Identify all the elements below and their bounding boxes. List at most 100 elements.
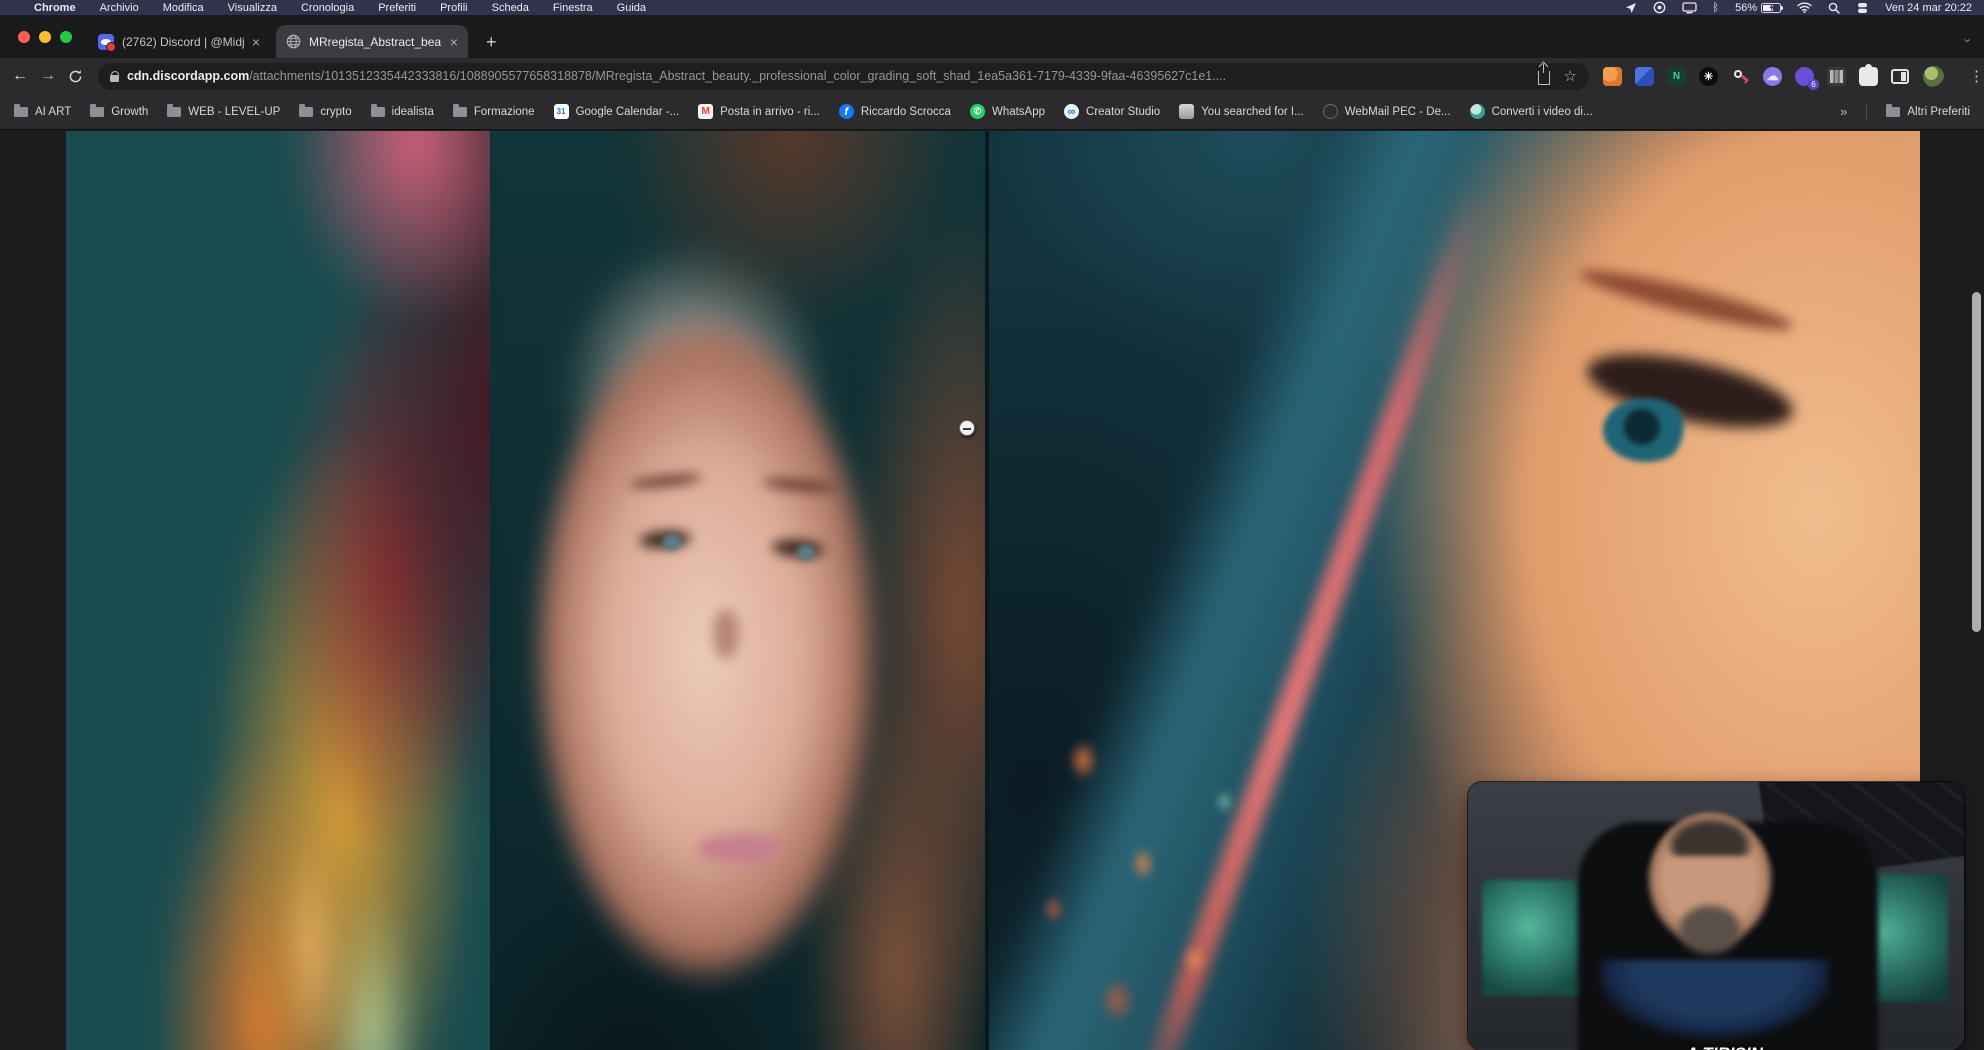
gmail-icon: M — [698, 104, 713, 119]
menu-item-chrome[interactable]: Chrome — [34, 2, 76, 14]
menu-item-guida[interactable]: Guida — [617, 2, 646, 14]
extension-icon-purple-badge[interactable]: 6 — [1795, 67, 1814, 86]
lock-icon[interactable] — [110, 75, 119, 82]
url-text: cdn.discordapp.com/attachments/101351233… — [127, 69, 1530, 83]
bookmark-folder-crypto[interactable]: crypto — [299, 106, 351, 118]
side-panel-icon[interactable] — [1891, 67, 1910, 86]
menu-item-visualizza[interactable]: Visualizza — [228, 2, 277, 14]
extension-badge-count: 6 — [1808, 79, 1819, 90]
extensions-puzzle-icon[interactable] — [1859, 67, 1878, 86]
folder-icon — [14, 107, 28, 117]
macos-menu-bar: Chrome Archivio Modifica Visualizza Cron… — [0, 0, 1984, 15]
menu-item-modifica[interactable]: Modifica — [163, 2, 204, 14]
tab-title: MRregista_Abstract_beauty._ — [309, 35, 442, 49]
bookmark-google-calendar[interactable]: 31Google Calendar -... — [554, 104, 680, 119]
bookmark-you-searched[interactable]: You searched for I... — [1179, 104, 1304, 119]
minimize-window-button[interactable] — [39, 31, 51, 43]
extension-icon-key[interactable] — [1731, 67, 1750, 86]
display-mirroring-icon[interactable] — [1682, 2, 1697, 14]
menu-item-cronologia[interactable]: Cronologia — [301, 2, 354, 14]
menu-item-profili[interactable]: Profili — [440, 2, 468, 14]
whatsapp-icon: ✆ — [970, 104, 985, 119]
menu-item-scheda[interactable]: Scheda — [492, 2, 529, 14]
bookmark-whatsapp[interactable]: ✆WhatsApp — [970, 104, 1045, 119]
vertical-scrollbar-thumb[interactable] — [1972, 292, 1981, 632]
fast-user-switch-icon[interactable] — [1856, 2, 1869, 14]
bookmark-creator-studio[interactable]: ∞Creator Studio — [1064, 104, 1160, 119]
back-button[interactable]: ← — [6, 67, 34, 85]
extension-icon-black-circle[interactable]: ✳ — [1699, 67, 1718, 86]
reload-button[interactable] — [62, 69, 90, 84]
folder-icon — [371, 107, 385, 117]
tab-discord[interactable]: (2762) Discord | @Midjourney × — [88, 25, 270, 58]
folder-icon — [1886, 107, 1900, 117]
share-icon[interactable] — [1538, 71, 1550, 85]
maximize-window-button[interactable] — [60, 31, 72, 43]
profile-avatar[interactable] — [1923, 66, 1944, 87]
screen-record-icon[interactable] — [1653, 1, 1666, 14]
webmail-icon — [1323, 104, 1338, 119]
extension-icon-grid[interactable] — [1827, 67, 1846, 86]
wifi-icon[interactable] — [1797, 2, 1812, 13]
extension-icon-orange[interactable] — [1603, 67, 1622, 86]
webcam-caption-clipped: A TIRISIN — [1686, 1044, 1763, 1050]
bookmark-folder-idealista[interactable]: idealista — [371, 106, 434, 118]
facebook-icon: f — [839, 104, 854, 119]
bookmark-folder-growth[interactable]: Growth — [90, 106, 148, 118]
bookmarks-divider — [1866, 103, 1867, 121]
battery-icon — [1761, 3, 1781, 13]
battery-indicator[interactable]: 56% — [1735, 2, 1781, 14]
folder-icon — [167, 107, 181, 117]
bookmark-gmail[interactable]: MPosta in arrivo - ri... — [698, 104, 820, 119]
image-panel-abstract-ribbon — [66, 131, 490, 1050]
tab-image-active[interactable]: MRregista_Abstract_beauty._ × — [276, 25, 468, 58]
globe-favicon — [286, 34, 301, 49]
converter-icon — [1470, 104, 1485, 119]
presenter-shirt — [1600, 960, 1830, 1050]
folder-icon — [299, 107, 313, 117]
chrome-menu-kebab-icon[interactable]: ⋮ — [1969, 67, 1984, 85]
discord-favicon — [98, 34, 114, 50]
presenter-hair — [1654, 804, 1766, 856]
bookmark-star-icon[interactable]: ☆ — [1564, 67, 1577, 85]
meta-icon: ∞ — [1064, 104, 1079, 119]
close-tab-icon[interactable]: × — [450, 35, 458, 49]
bookmark-converti-video[interactable]: Converti i video di... — [1470, 104, 1593, 119]
zoom-out-cursor — [959, 420, 975, 436]
extension-icon-green-n[interactable]: N — [1667, 67, 1686, 86]
folder-icon — [90, 107, 104, 117]
close-tab-icon[interactable]: × — [252, 35, 260, 49]
menu-item-preferiti[interactable]: Preferiti — [378, 2, 416, 14]
address-bar[interactable]: cdn.discordapp.com/attachments/101351233… — [98, 63, 1589, 90]
bookmarks-bar: AI ART Growth WEB - LEVEL-UP crypto idea… — [0, 94, 1984, 130]
chrome-toolbar: ← → cdn.discordapp.com/attachments/10135… — [0, 58, 1984, 94]
desktop: Chrome Archivio Modifica Visualizza Cron… — [0, 0, 1984, 1050]
spotlight-search-icon[interactable] — [1828, 2, 1840, 14]
bookmark-facebook[interactable]: fRiccardo Scrocca — [839, 104, 951, 119]
tab-title: (2762) Discord | @Midjourney — [122, 35, 244, 49]
bluetooth-icon[interactable]: ᛒ — [1713, 2, 1720, 14]
bookmark-folder-ai-art[interactable]: AI ART — [14, 106, 71, 118]
bookmark-folder-formazione[interactable]: Formazione — [453, 106, 535, 118]
extension-icon-blue-wave[interactable] — [1635, 67, 1654, 86]
chrome-tab-strip: (2762) Discord | @Midjourney × MRregista… — [0, 15, 1984, 58]
bookmarks-overflow-chevron[interactable]: » — [1840, 104, 1847, 119]
forward-button[interactable]: → — [34, 67, 62, 85]
close-window-button[interactable] — [18, 31, 30, 43]
generic-page-icon — [1179, 104, 1194, 119]
menu-item-finestra[interactable]: Finestra — [553, 2, 593, 14]
extension-icon-cloud[interactable]: ☁ — [1763, 67, 1782, 86]
google-calendar-icon: 31 — [554, 104, 569, 119]
extensions-row: N ✳ ☁ 6 ⋮ — [1603, 66, 1984, 87]
location-arrow-icon[interactable] — [1625, 2, 1637, 14]
new-tab-button[interactable]: + — [486, 33, 497, 51]
menu-item-archivio[interactable]: Archivio — [100, 2, 139, 14]
tab-search-chevron-icon[interactable]: › — [1960, 38, 1975, 42]
folder-icon — [453, 107, 467, 117]
bookmark-webmail-pec[interactable]: WebMail PEC - De... — [1323, 104, 1451, 119]
presenter-beard — [1664, 900, 1756, 966]
bookmark-folder-web-level-up[interactable]: WEB - LEVEL-UP — [167, 106, 280, 118]
other-bookmarks-folder[interactable]: Altri Preferiti — [1886, 106, 1970, 118]
webcam-overlay: A TIRISIN — [1468, 782, 1964, 1050]
menu-bar-clock[interactable]: Ven 24 mar 20:22 — [1885, 2, 1972, 14]
